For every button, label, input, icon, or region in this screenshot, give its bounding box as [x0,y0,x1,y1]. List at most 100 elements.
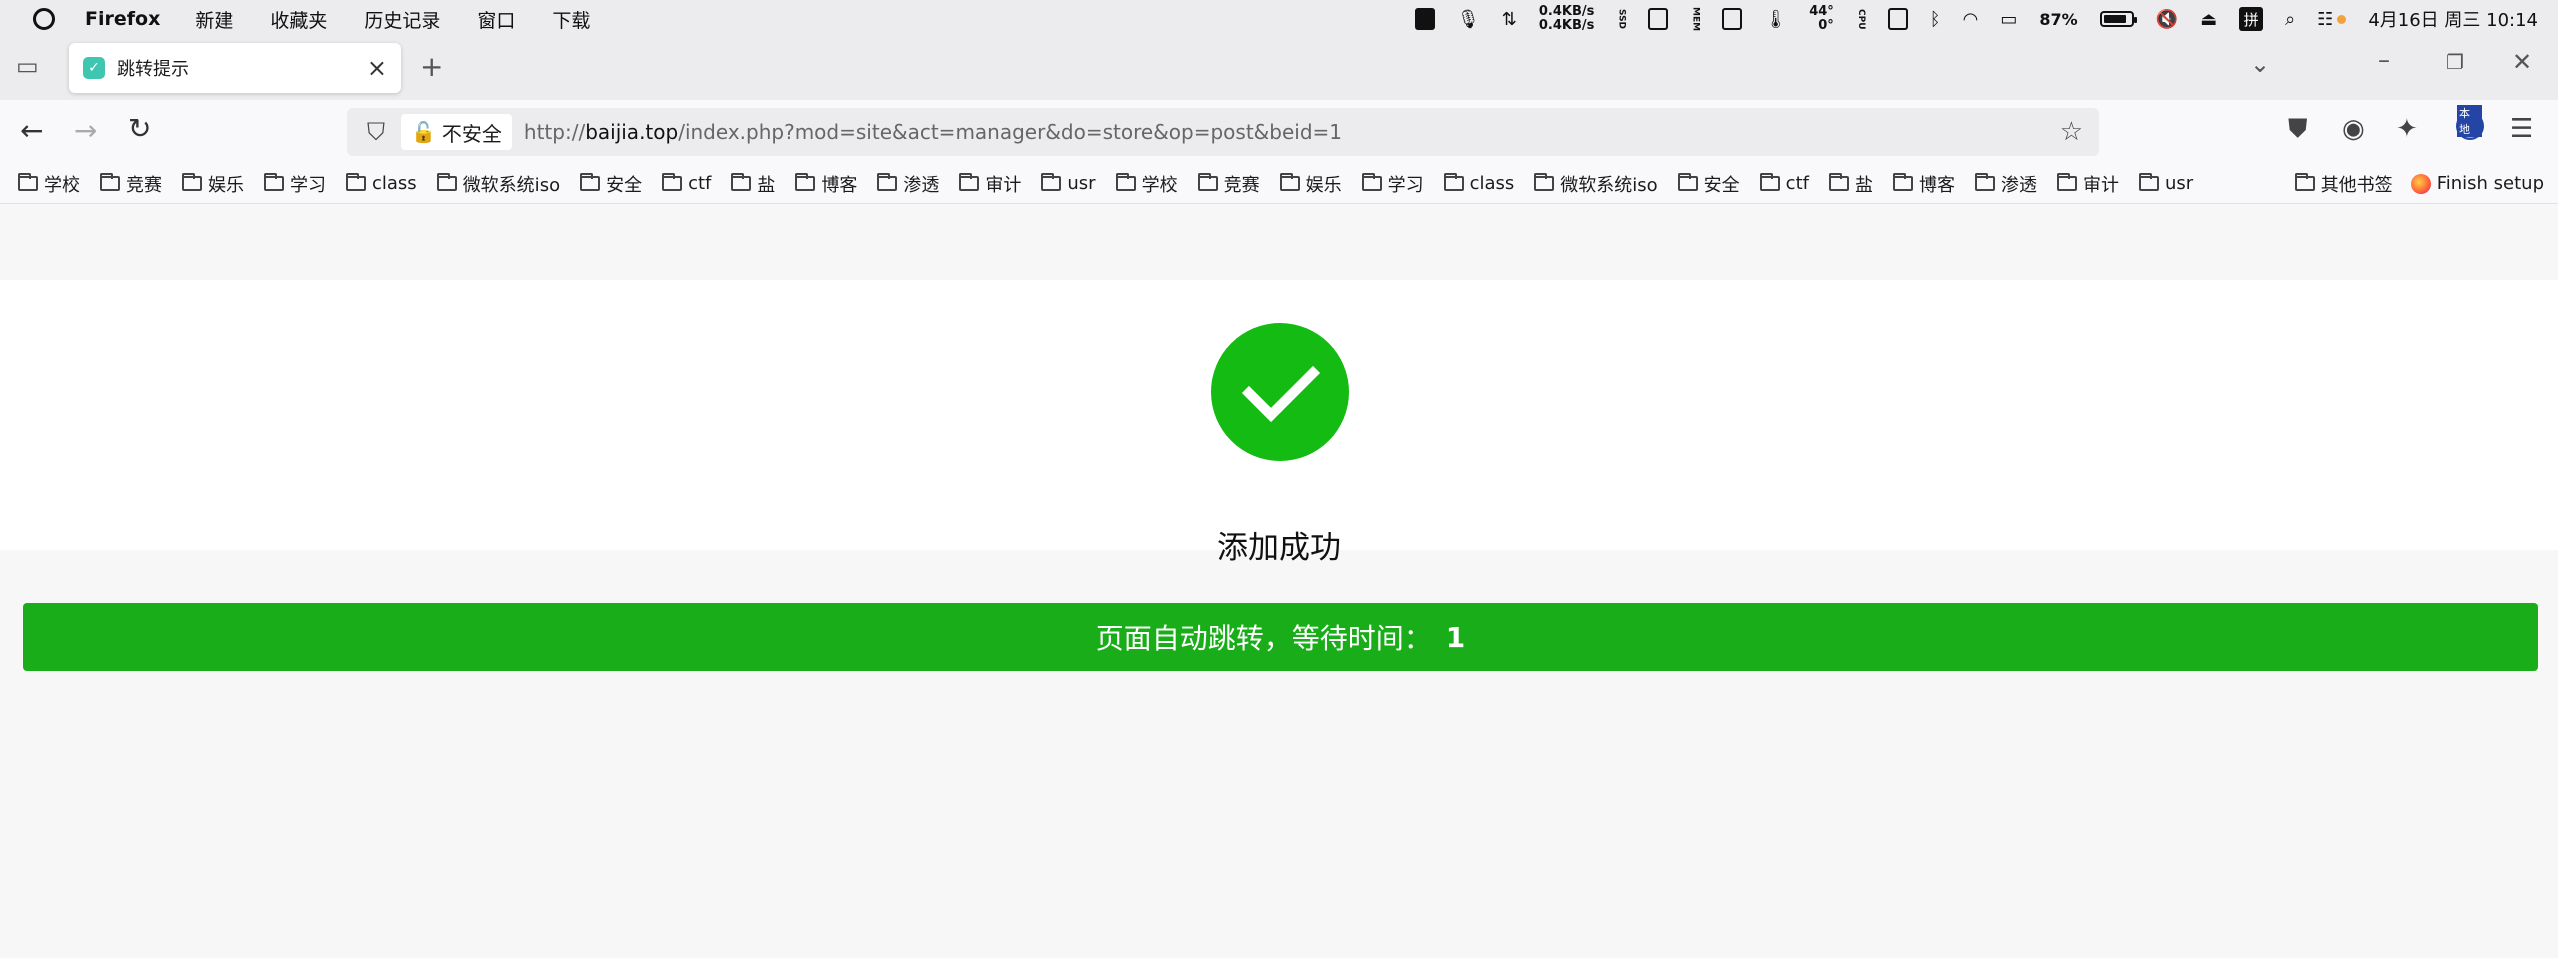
wifi-icon[interactable]: ◠ [1963,9,1979,30]
bookmark-folder[interactable]: 审计 [959,171,1021,197]
folder-icon [2056,173,2077,191]
countdown-number: 1 [1445,620,1466,654]
system-menu-icon[interactable] [33,8,55,30]
folder-icon [2294,173,2315,191]
profile-avatar[interactable]: 本地 [2456,105,2484,140]
folder-icon [18,173,38,191]
menu-new[interactable]: 新建 [195,6,233,33]
app-menu-icon[interactable]: ☰ [2510,114,2533,144]
folder-icon [1677,173,1698,191]
tab-redirect[interactable]: ✓ 跳转提示 × [69,43,401,93]
close-window-icon[interactable]: ✕ [2512,48,2532,76]
control-center-icon[interactable]: ☷ [2317,9,2333,30]
other-bookmarks[interactable]: 其他书签 [2294,171,2393,197]
tab-overview-icon[interactable]: ▭ [16,52,39,80]
volume-muted-icon[interactable]: 🔇 [2156,9,2178,30]
folder-icon [436,173,457,191]
forward-icon[interactable]: → [74,114,97,147]
bookmark-folder[interactable]: ctf [662,173,711,194]
folder-icon [959,173,980,191]
app-status-icon[interactable] [1414,8,1435,30]
url-prefix: http:// [523,120,586,144]
bookmark-folder[interactable]: 学习 [264,171,326,197]
url-text[interactable]: http://baijia.top/index.php?mod=site&act… [524,120,1342,144]
datetime[interactable]: 4月16日 周三 10:14 [2368,6,2538,32]
folder-icon [1041,173,1062,191]
ssd-label: SSD [1616,8,1627,30]
minimize-icon[interactable]: – [2378,46,2390,74]
folder-icon [1443,173,1464,191]
account-icon[interactable]: ◉ [2342,114,2365,144]
cpu-label: CPU [1855,8,1866,30]
memory-icon [1722,8,1743,30]
extensions-icon[interactable]: ✦ [2396,114,2418,144]
eject-icon[interactable]: ⏏ [2200,9,2217,30]
back-icon[interactable]: ← [20,114,43,147]
finish-setup-label: Finish setup [2436,173,2544,194]
url-path: /index.php?mod=site&act=manager&do=store… [678,120,1343,144]
tracking-shield-icon[interactable]: ⛉ [361,117,391,147]
security-indicator[interactable]: 🔓 不安全 [401,114,512,150]
restore-icon[interactable]: ❐ [2446,50,2464,74]
folder-icon [1115,173,1136,191]
tab-close-icon[interactable]: × [367,54,387,82]
bookmark-folder[interactable]: class [346,173,417,194]
folder-icon [877,173,898,191]
display-icon[interactable]: ▭ [2000,9,2017,30]
firefox-icon [2410,173,2431,194]
menu-history[interactable]: 历史记录 [364,6,440,33]
bookmark-label: usr [1067,173,1096,194]
url-bar[interactable]: ⛉ 🔓 不安全 http://baijia.top/index.php?mod=… [347,108,2099,156]
bookmark-folder[interactable]: 盐 [731,171,775,197]
mic-muted-icon[interactable]: 🎙 [1457,9,1480,30]
search-icon[interactable]: ⌕ [2285,9,2295,30]
tab-favicon-icon: ✓ [83,57,105,79]
list-tabs-icon[interactable]: ⌄ [2250,50,2270,78]
bookmark-folder[interactable]: 安全 [1677,171,1740,197]
status-area: 🎙 ⇅ 0.4KB/s 0.4KB/s SSD MEM 🌡 44° 0° CPU… [1414,0,2538,38]
bookmark-folder[interactable]: 微软系统iso [1534,171,1658,197]
bluetooth-icon[interactable]: ᛒ [1930,9,1941,30]
bookmark-folder[interactable]: 渗透 [877,171,939,197]
menu-downloads[interactable]: 下载 [552,6,590,33]
new-tab-icon[interactable]: + [420,50,443,83]
bookmark-folder[interactable]: 学校 [18,171,80,197]
menu-window[interactable]: 窗口 [477,6,515,33]
folder-icon [1197,173,1218,191]
bookmark-label: 学习 [290,174,326,196]
reload-icon[interactable]: ↻ [128,112,151,145]
bookmark-folder[interactable]: 学校 [1115,171,1178,197]
bookmark-star-icon[interactable]: ☆ [2060,117,2083,147]
menu-bookmarks[interactable]: 收藏夹 [270,6,327,33]
folder-icon [580,173,601,191]
input-method-icon[interactable]: 拼 [2239,7,2264,31]
bookmark-folder[interactable]: 渗透 [1974,171,2037,197]
redirect-countdown-bar[interactable]: 页面自动跳转，等待时间： 1 [23,603,2538,671]
finish-setup[interactable]: Finish setup [2410,173,2544,194]
bookmark-folder[interactable]: 学习 [1361,171,1424,197]
bookmark-folder[interactable]: 竞赛 [1197,171,1260,197]
menu-bar: Firefox 新建 收藏夹 历史记录 窗口 下载 🎙 ⇅ 0.4KB/s 0.… [0,0,2558,38]
bookmark-label: 盐 [757,174,776,196]
menu-app-name[interactable]: Firefox [85,8,160,30]
bookmark-folder[interactable]: 博客 [795,171,857,197]
folder-icon [1279,173,1300,191]
bookmark-folder[interactable]: 娱乐 [1279,171,1342,197]
bookmark-label: 竞赛 [1223,174,1260,196]
bookmark-folder[interactable]: 安全 [580,171,642,197]
bookmark-folder[interactable]: 竞赛 [100,171,162,197]
bookmark-folder[interactable]: 盐 [1828,171,1873,197]
pocket-icon[interactable]: ⛊ [2288,114,2308,145]
bookmark-folder[interactable]: 审计 [2056,171,2119,197]
bookmark-folder[interactable]: 娱乐 [182,171,244,197]
bookmark-folder[interactable]: ctf [1759,173,1809,194]
battery-icon[interactable] [2099,11,2137,27]
bookmark-folder[interactable]: usr [1041,173,1096,194]
bookmark-label: 微软系统iso [462,174,561,196]
bookmark-folder[interactable]: 博客 [1892,171,1955,197]
bookmark-folder[interactable]: class [1443,173,1514,194]
battery-percent: 87% [2039,9,2078,29]
bookmark-folder[interactable]: usr [2138,173,2193,194]
updown-arrow-icon: ⇅ [1501,8,1517,30]
bookmark-folder[interactable]: 微软系统iso [436,171,561,197]
